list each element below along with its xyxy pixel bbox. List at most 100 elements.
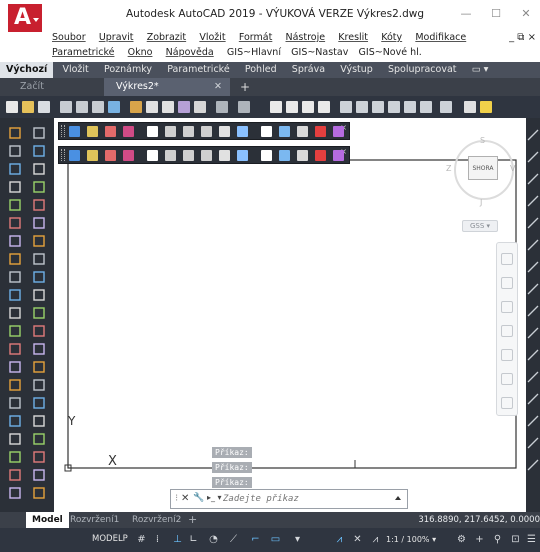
steering-wheel-icon[interactable] (501, 253, 513, 265)
annotation-scale-icon[interactable]: ⩘ (370, 534, 381, 545)
menu-nastroje[interactable]: Nástroje (286, 32, 326, 43)
color-swatch-icon[interactable] (315, 126, 326, 137)
infer-constraints-icon[interactable]: ⊥ (172, 534, 183, 545)
dim-aligned-icon[interactable] (526, 150, 540, 164)
array-icon[interactable] (32, 414, 46, 428)
arc-icon[interactable] (8, 180, 22, 194)
close-tab-icon[interactable]: ✕ (214, 78, 222, 96)
floating-toolbar-1[interactable]: × (58, 122, 350, 140)
command-input[interactable] (223, 492, 363, 506)
command-prompt-icon[interactable]: ▸_ ▾ (207, 493, 222, 502)
inspect-icon[interactable] (526, 458, 540, 472)
circle-icon[interactable] (8, 198, 22, 212)
polyline-tool-icon[interactable] (165, 150, 176, 161)
viewcube-top-face[interactable]: SHORA (468, 156, 498, 180)
undo-icon[interactable] (216, 101, 228, 113)
break-icon[interactable] (8, 450, 22, 464)
ribbon-tab-vychozi[interactable]: Výchozí (0, 62, 54, 78)
new-tab-button[interactable]: + (236, 78, 254, 96)
linetype-icon[interactable] (333, 150, 344, 161)
ortho-icon[interactable]: ∟ (188, 534, 199, 545)
color-swatch-icon[interactable] (315, 150, 326, 161)
zoom-realtime-icon[interactable] (286, 101, 298, 113)
showmotion-icon[interactable] (501, 349, 513, 361)
center-mark-icon[interactable] (526, 370, 540, 384)
ribbon-minimize-button[interactable]: ▭ ▾ (466, 62, 495, 78)
layer-manager-icon[interactable] (69, 150, 80, 161)
dim-diameter-icon[interactable] (526, 238, 540, 252)
command-line-grip[interactable]: ⁝ (175, 493, 178, 504)
command-settings-icon[interactable]: 🔧 (193, 493, 204, 503)
spline-icon[interactable] (8, 216, 22, 230)
region-icon[interactable] (8, 288, 22, 302)
menu-upravit[interactable]: Upravit (99, 32, 134, 43)
rectangle-icon[interactable] (32, 180, 46, 194)
color-icon[interactable] (32, 486, 46, 500)
layer-icon[interactable] (8, 486, 22, 500)
copy-icon[interactable] (146, 101, 158, 113)
layer-previous-icon[interactable] (105, 126, 116, 137)
object-snap-icon[interactable]: ⌐ (250, 534, 261, 545)
fillet-icon[interactable] (8, 396, 22, 410)
dim-arc-icon[interactable] (526, 172, 540, 186)
model-space-toggle[interactable]: MODELP (92, 534, 128, 544)
lineweight-icon[interactable]: ▾ (292, 534, 303, 545)
compass-west[interactable]: Z (446, 164, 451, 173)
stretch-icon[interactable] (32, 360, 46, 374)
command-close-icon[interactable]: ✕ (181, 493, 189, 504)
hatch-icon[interactable] (8, 270, 22, 284)
annotation-scale-value[interactable]: 1:1 / 100% ▾ (386, 535, 436, 544)
quickcalc-icon[interactable] (420, 101, 432, 113)
baseline-dim-icon[interactable] (526, 304, 540, 318)
hatch-tool-icon[interactable] (201, 126, 212, 137)
wipeout-icon[interactable] (237, 126, 248, 137)
menu-zobrazit[interactable]: Zobrazit (147, 32, 186, 43)
menu-soubor[interactable]: Soubor (52, 32, 86, 43)
auto-scale-icon[interactable]: ✕ (352, 534, 363, 545)
continue-dim-icon[interactable] (526, 326, 540, 340)
floating-toolbar-2[interactable]: × (58, 146, 350, 164)
table-icon[interactable] (32, 288, 46, 302)
menu-gis-nove[interactable]: GIS~Nové hl. (359, 47, 422, 58)
rotate-icon[interactable] (8, 342, 22, 356)
arc-tool-icon[interactable] (183, 150, 194, 161)
ribbon-tab-poznamky[interactable]: Poznámky (98, 62, 158, 78)
snap-icon[interactable]: ⁞ (152, 534, 163, 545)
layer-isolate-icon[interactable] (123, 150, 134, 161)
document-window-controls[interactable]: _ ⧉ × (509, 32, 536, 43)
viewcube[interactable]: SHORA S J V Z GSS ▾ (446, 128, 518, 238)
nav-extents-icon[interactable] (501, 397, 513, 409)
layer-properties-icon[interactable] (464, 101, 476, 113)
join-icon[interactable] (32, 450, 46, 464)
paste-icon[interactable] (162, 101, 174, 113)
dim-linear-icon[interactable] (526, 128, 540, 142)
workspace-switch-icon[interactable]: ⚙ (456, 534, 467, 545)
object-snap-tracking-icon[interactable]: ▭ (270, 534, 281, 545)
new-file-icon[interactable] (6, 101, 18, 113)
tab-model[interactable]: Model (26, 512, 69, 528)
polyline-tool-icon[interactable] (165, 126, 176, 137)
tool-palettes-icon[interactable] (372, 101, 384, 113)
polygon-icon[interactable] (8, 162, 22, 176)
customization-icon[interactable]: ☰ (526, 534, 537, 545)
ungroup-icon[interactable] (279, 150, 290, 161)
tab-zacit[interactable]: Začít (14, 78, 104, 96)
erase-icon[interactable] (32, 432, 46, 446)
layer-previous-icon[interactable] (105, 150, 116, 161)
dim-edit-icon[interactable] (526, 392, 540, 406)
add-selected-icon[interactable] (32, 306, 46, 320)
tab-rozvrzeni1[interactable]: Rozvržení1 (70, 512, 119, 528)
layer-manager-icon[interactable] (69, 126, 80, 137)
trim-icon[interactable] (8, 378, 22, 392)
properties-icon[interactable] (340, 101, 352, 113)
ribbon-tab-sprava[interactable]: Správa (286, 62, 331, 78)
add-layout-button[interactable]: + (188, 512, 197, 528)
menu-gis-nastav[interactable]: GIS~Nastav (291, 47, 348, 58)
explode-icon[interactable] (8, 414, 22, 428)
line-tool-icon[interactable] (147, 150, 158, 161)
line-tool-icon[interactable] (147, 126, 158, 137)
layer-state-icon[interactable] (87, 126, 98, 137)
command-history-icon[interactable] (395, 496, 401, 500)
move-icon[interactable] (8, 324, 22, 338)
extend-icon[interactable] (32, 378, 46, 392)
